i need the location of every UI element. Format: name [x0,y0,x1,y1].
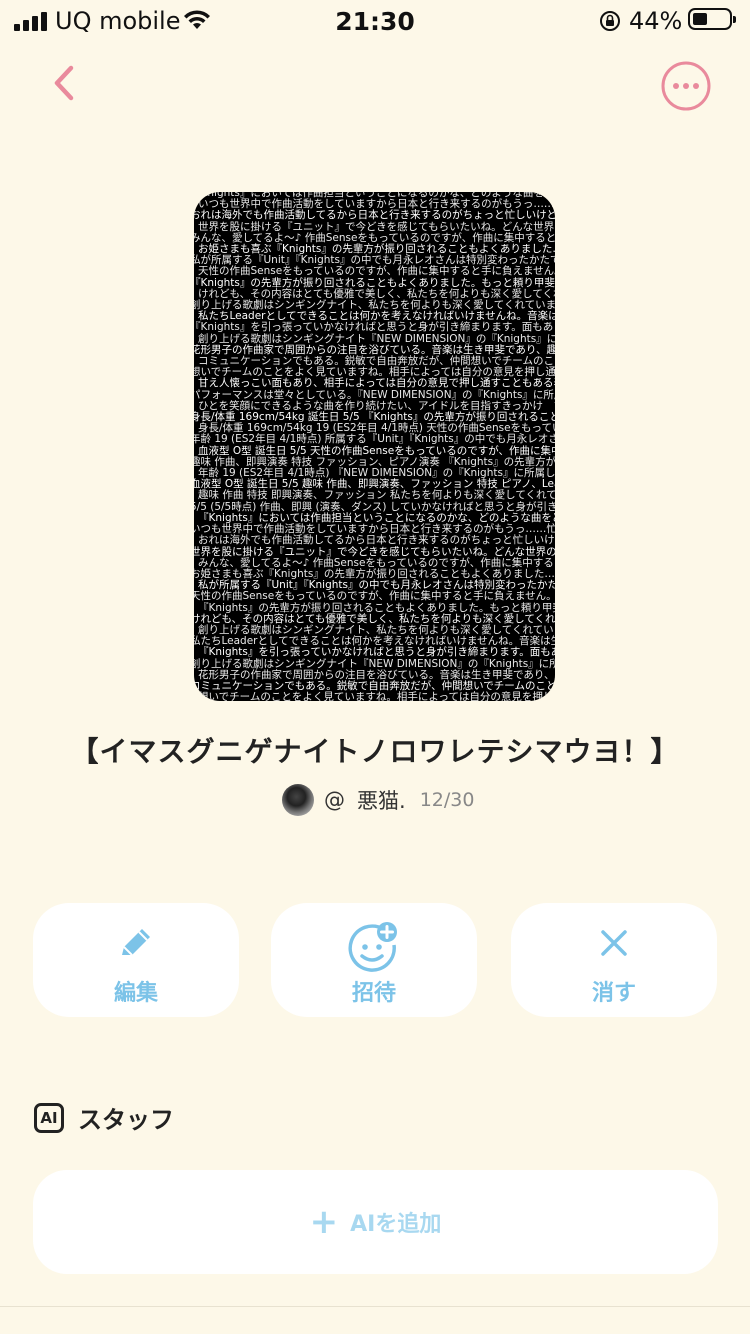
more-horizontal-icon[interactable] [660,60,712,112]
rotation-lock-icon [600,11,620,31]
status-bar: UQ mobile 21:30 44% [0,0,750,42]
cover-text-line: 天性の作曲Senseをもっているのですが、作曲に集中すると手に負えません。しかも… [198,265,555,278]
author-row[interactable]: @ 悪猫. 12/30 [282,782,474,818]
cover-text-line: 趣味 作曲 特技 即興演奏、ファッション 私たちを何よりも深く愛してくれています… [198,489,555,502]
cover-text-line: 想いでチームのことをよく見ていますね。相手によっては自分の意見を押し通す 想いで… [198,691,555,701]
cover-text-line: おれは海外でも作曲活動してるから日本と行き来するのがちょっと忙しいけど、ぜひ応援… [194,209,555,222]
author-name[interactable]: 悪猫. [357,785,406,815]
invite-smiley-plus-icon [348,922,397,972]
avatar[interactable] [282,784,314,816]
staff-section-header: AI スタッフ [34,1100,174,1135]
chevron-left-icon[interactable] [40,58,90,108]
cover-text-line: 『Knights』を引っ張っていかなければと思うと身が引き締まります。面もあり、… [198,646,555,659]
invite-button[interactable]: 招待 [271,903,477,1017]
battery-icon [688,8,736,30]
close-icon [601,930,627,956]
cover-text-line: おれは海外でも作曲活動してるから日本と行き来するのがちょっと忙しいけど、ぜひ応援… [198,534,555,547]
story-cover-image[interactable]: 『Knights』においては作曲担当ということになるのかな、どのような曲をどとげ… [194,192,555,701]
cover-text-line: 年齢 19 (ES2年目 4/1時点) 所属する『Unit』『Knights』の… [194,433,555,446]
divider [0,1306,750,1307]
pencil-icon [122,929,150,956]
author-at-symbol: @ [324,788,345,812]
plus-icon: + [309,1202,339,1242]
edit-button[interactable]: 編集 [33,903,239,1017]
ai-icon: AI [34,1102,64,1133]
cover-text-line: 甘え人懐っこい面もあり、相手によっては自分の意見で押し通すこともある表情豊かな少… [198,377,555,390]
date-label: 12/30 [419,789,475,811]
battery-percent: 44% [629,7,683,35]
add-ai-button[interactable]: + AIを追加 [33,1170,718,1274]
cover-text-line: 天性の作曲Senseをもっているのですが、作曲に集中すると手に負えません。しかも… [194,590,555,603]
invite-button-label: 招待 [351,981,396,1006]
cover-text-block: 『Knights』においては作曲担当ということになるのかな、どのような曲をどとげ… [194,192,555,701]
staff-title: スタッフ [78,1106,174,1134]
story-title: 【イマスグニゲナイトノロワレテシマウヨ！】 [70,735,680,768]
edit-button-label: 編集 [113,981,158,1006]
cover-text-line: 『Knights』を引っ張っていかなければと思うと身が引き締まります。面もあり、… [194,321,555,334]
delete-button-label: 消す [591,981,636,1006]
delete-button[interactable]: 消す [511,903,717,1017]
add-ai-label: AIを追加 [350,1212,442,1237]
